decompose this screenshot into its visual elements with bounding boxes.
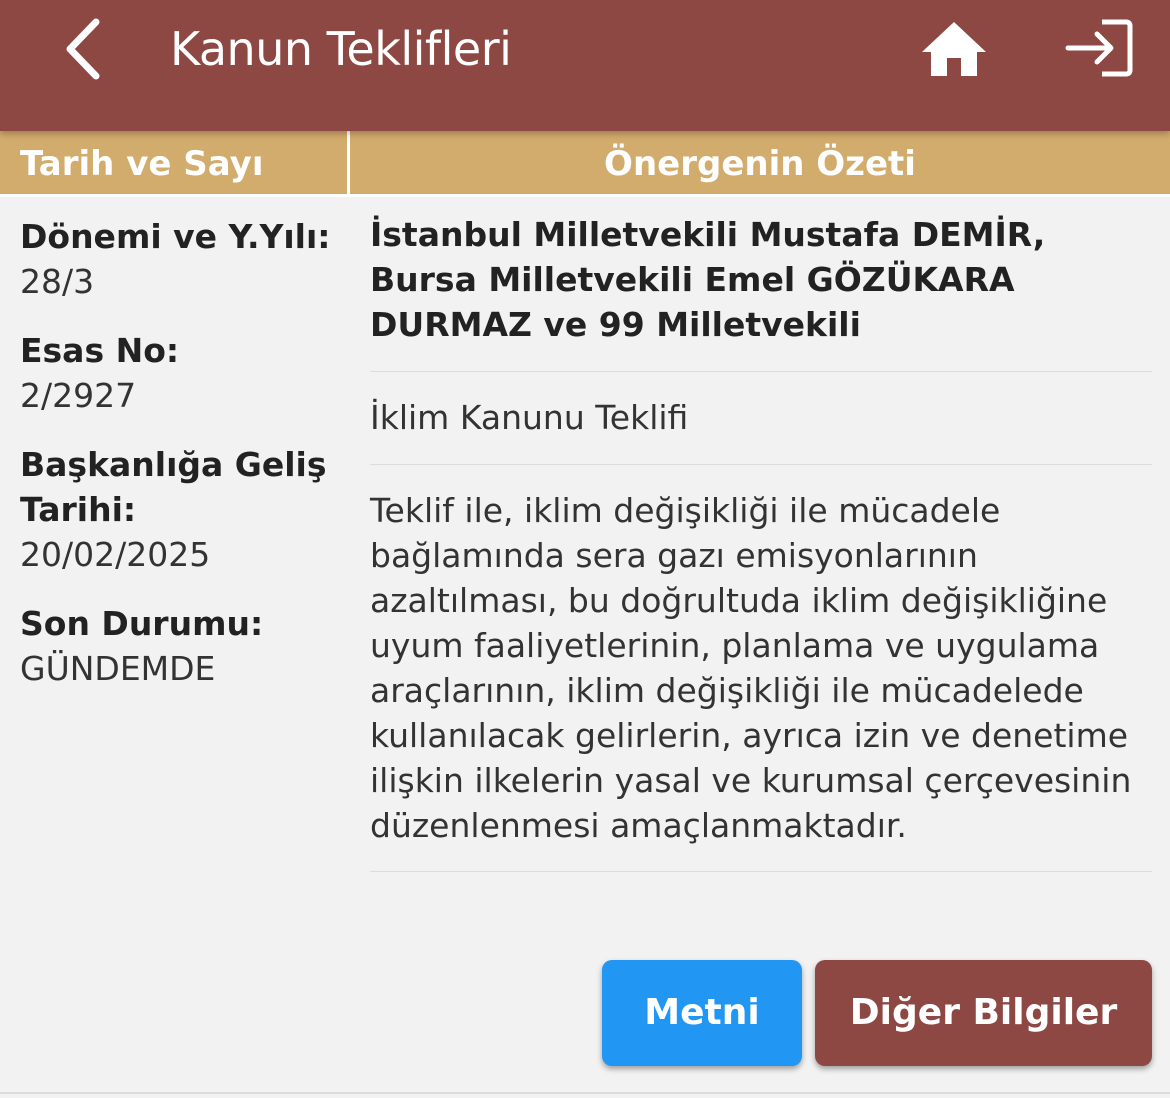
back-chevron-icon	[66, 18, 100, 80]
arrival-date-value: 20/02/2025	[20, 535, 211, 574]
term-field: Dönemi ve Y.Yılı: 28/3	[20, 214, 340, 304]
summary-column: İstanbul Milletvekili Mustafa DEMİR, Bur…	[370, 212, 1152, 872]
status-value: GÜNDEMDE	[20, 649, 216, 688]
column-divider	[347, 131, 350, 197]
esas-field: Esas No: 2/2927	[20, 328, 340, 418]
home-button[interactable]	[920, 18, 988, 80]
page-title: Kanun Teklifleri	[170, 22, 512, 76]
term-label: Dönemi ve Y.Yılı:	[20, 217, 331, 256]
table-header: Tarih ve Sayı Önergenin Özeti	[0, 131, 1170, 197]
term-value: 28/3	[20, 262, 95, 301]
arrival-date-label: Başkanlığa Geliş Tarihi:	[20, 445, 327, 529]
top-app-bar: Kanun Teklifleri	[0, 0, 1170, 131]
text-button[interactable]: Metni	[602, 960, 802, 1066]
proposers-text: İstanbul Milletvekili Mustafa DEMİR, Bur…	[370, 212, 1152, 372]
status-label: Son Durumu:	[20, 604, 264, 643]
details-column: Dönemi ve Y.Yılı: 28/3 Esas No: 2/2927 B…	[20, 214, 340, 715]
app-screen: Kanun Teklifleri Tarih ve Sayı Önergenin…	[0, 0, 1170, 1098]
home-icon	[922, 22, 986, 76]
proposal-title: İklim Kanunu Teklifi	[370, 372, 1152, 465]
status-field: Son Durumu: GÜNDEMDE	[20, 601, 340, 691]
esas-value: 2/2927	[20, 376, 137, 415]
arrival-date-field: Başkanlığa Geliş Tarihi: 20/02/2025	[20, 442, 340, 577]
esas-label: Esas No:	[20, 331, 180, 370]
summary-text: Teklif ile, iklim değişikliği ile mücade…	[370, 465, 1152, 872]
column-header-summary: Önergenin Özeti	[604, 144, 916, 184]
logout-icon	[1065, 19, 1133, 77]
column-header-date: Tarih ve Sayı	[20, 144, 264, 184]
other-info-button[interactable]: Diğer Bilgiler	[815, 960, 1152, 1066]
logout-button[interactable]	[1064, 16, 1134, 80]
back-button[interactable]	[58, 14, 114, 84]
bottom-divider	[0, 1092, 1170, 1094]
